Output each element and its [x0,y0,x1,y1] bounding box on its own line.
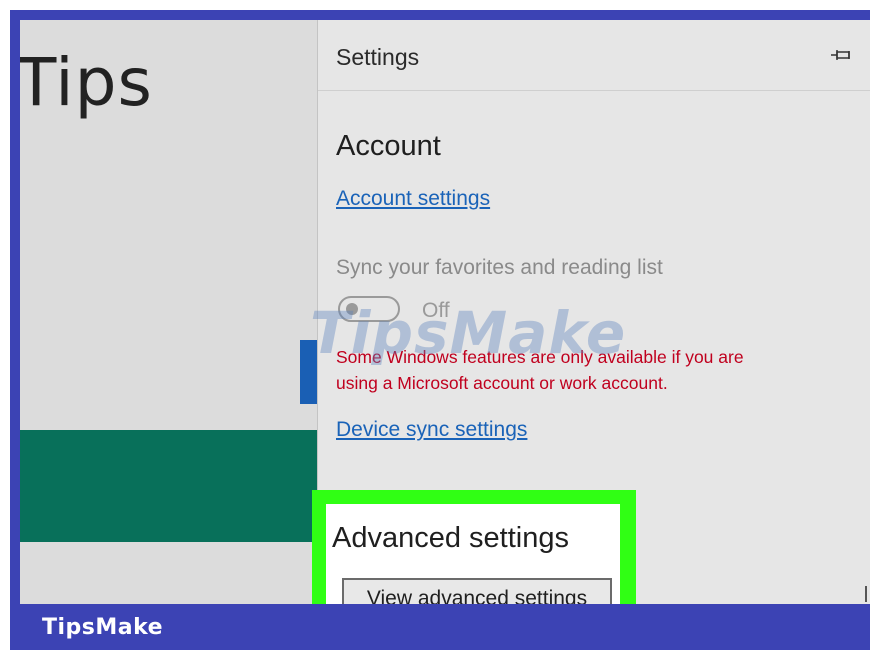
footer-brand-logo: TipsMake [42,615,164,640]
advanced-settings-highlight: Advanced settings View advanced settings [312,490,636,604]
advanced-settings-heading: Advanced settings [332,522,569,554]
settings-header: Settings [318,20,870,91]
scrollbar-indicator[interactable] [865,586,867,602]
advanced-settings-section: Advanced settings View advanced settings [326,504,620,604]
app-title: Tips [20,44,153,121]
account-heading: Account [336,130,441,162]
view-advanced-settings-button[interactable]: View advanced settings [342,578,612,604]
sync-favorites-label: Sync your favorites and reading list [336,256,663,279]
warning-line-1: Some Windows features are only available… [336,347,744,367]
warning-line-2: using a Microsoft account or work accoun… [336,373,668,393]
footer-bar: TipsMake [10,604,870,650]
screenshot-frame: Tips Settings Account Account settings S… [0,0,870,660]
screen: Tips Settings Account Account settings S… [20,20,870,604]
pin-icon[interactable] [830,46,852,64]
account-settings-link[interactable]: Account settings [336,187,490,211]
frame-border-left [10,10,20,650]
app-background: Tips [20,20,317,604]
toggle-knob [346,303,358,315]
app-green-band [20,430,317,542]
settings-title: Settings [336,44,420,70]
app-accent-bar [300,340,317,404]
sync-toggle-state: Off [422,299,450,322]
frame-border-top [10,10,870,20]
device-sync-settings-link[interactable]: Device sync settings [336,418,527,442]
sync-toggle[interactable] [338,296,400,322]
account-warning-text: Some Windows features are only available… [336,344,816,396]
